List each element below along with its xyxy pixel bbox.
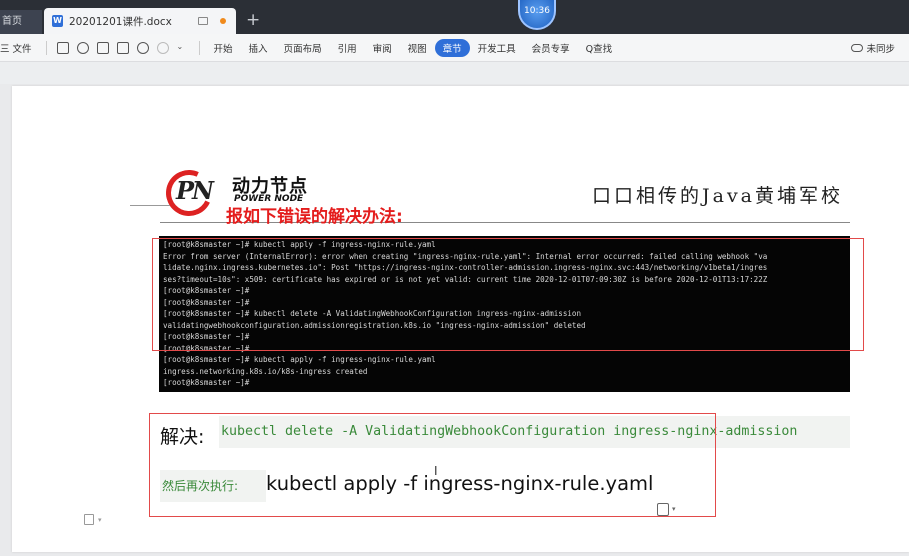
unsaved-dot-icon — [220, 18, 226, 24]
sync-status[interactable]: 未同步 — [851, 41, 895, 55]
ribbon-area — [0, 62, 909, 84]
chevron-down-icon[interactable]: ▾ — [98, 516, 102, 524]
print-icon[interactable] — [96, 41, 109, 54]
word-doc-icon: W — [52, 15, 63, 27]
menu-developer-tools[interactable]: 开发工具 — [470, 38, 524, 58]
print-preview-icon[interactable] — [116, 41, 129, 54]
home-tab[interactable]: 首页 — [0, 10, 42, 34]
divider — [45, 40, 47, 55]
slogan: 口口相传的Java黄埔军校 — [592, 185, 844, 207]
terminal-line: [root@k8smaster ~]# kubectl apply -f ing… — [163, 355, 436, 364]
cloud-icon — [851, 44, 864, 52]
header-divider-left — [130, 205, 170, 206]
document-tab[interactable]: W 20201201课件.docx — [44, 8, 236, 34]
error-highlight-box — [152, 238, 864, 351]
chevron-down-icon[interactable]: ⌄ — [177, 42, 189, 54]
menu-home[interactable]: 开始 — [206, 38, 241, 58]
chevron-down-icon[interactable]: ▾ — [672, 505, 676, 513]
solution-highlight-box — [149, 413, 716, 517]
menu-view[interactable]: 视图 — [400, 38, 435, 58]
menu-member[interactable]: 会员专享 — [524, 38, 578, 58]
paragraph-icon[interactable] — [84, 514, 94, 525]
menu-insert[interactable]: 插入 — [241, 38, 276, 58]
paste-options-icon[interactable] — [657, 503, 669, 516]
menu-section[interactable]: 章节 — [434, 38, 470, 57]
divider — [198, 40, 200, 55]
logo-mark: PN — [176, 176, 214, 205]
file-menu[interactable]: 三 文件 — [0, 38, 40, 58]
undo-icon[interactable] — [136, 41, 149, 54]
terminal-line: [root@k8smaster ~]# — [163, 378, 250, 387]
redo-icon[interactable] — [156, 41, 169, 54]
save-icon[interactable] — [56, 41, 69, 54]
sync-label: 未同步 — [866, 44, 895, 55]
new-tab-button[interactable]: + — [246, 10, 260, 30]
section-title: 报如下错误的解决办法: — [226, 207, 403, 227]
title-bar: 首页 W 20201201课件.docx + 10:36 — [0, 0, 909, 34]
document-tab-label: 20201201课件.docx — [69, 15, 172, 28]
clock-widget: 10:36 — [518, 0, 556, 30]
menu-review[interactable]: 审阅 — [365, 38, 400, 58]
terminal-line: ingress.networking.k8s.io/k8s-ingress cr… — [163, 366, 368, 376]
menu-page-layout[interactable]: 页面布局 — [276, 38, 330, 58]
format-painter-icon[interactable] — [76, 41, 89, 54]
menu-references[interactable]: 引用 — [330, 38, 365, 58]
monitor-icon[interactable] — [198, 17, 208, 25]
search-button[interactable]: Q查找 — [578, 38, 620, 58]
menu-bar: 三 文件 ⌄ 开始 插入 页面布局 引用 审阅 视图 章节 开发工具 会员专享 … — [0, 34, 909, 62]
